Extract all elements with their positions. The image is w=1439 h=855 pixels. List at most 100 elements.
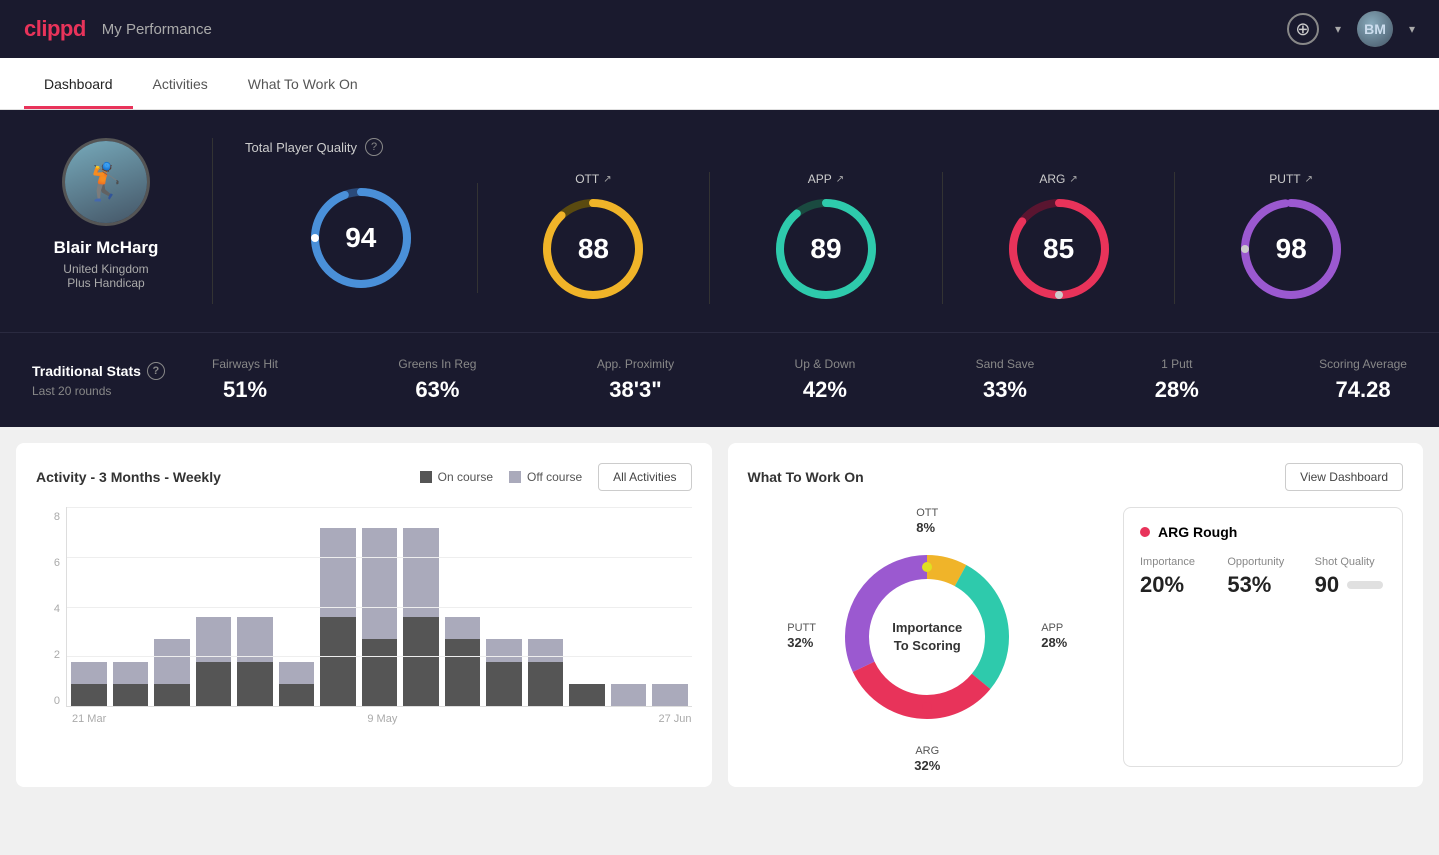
nav-tabs: Dashboard Activities What To Work On (0, 58, 1439, 110)
ring-tpq: 94 (245, 183, 478, 293)
bar-off-4 (237, 617, 273, 661)
plus-icon: ⊕ (1295, 19, 1310, 40)
ott-arrow: ↗ (603, 174, 611, 185)
detail-title: ARG Rough (1140, 524, 1386, 540)
bar-off-10 (486, 639, 522, 661)
bar-off-11 (528, 639, 564, 661)
add-button[interactable]: ⊕ (1287, 13, 1319, 45)
bar-off-8 (403, 528, 439, 617)
x-label-mar: 21 Mar (72, 713, 106, 725)
logo[interactable]: clippd (24, 16, 86, 42)
player-country: United Kingdom (63, 262, 148, 276)
stat-scoring: Scoring Average 74.28 (1319, 357, 1407, 403)
bar-off-1 (113, 662, 149, 684)
avatar: BM (1357, 11, 1393, 47)
bar-on-2 (154, 684, 190, 706)
work-title: What To Work On (748, 469, 864, 485)
scores-rings: 94 OTT ↗ 88 APP (245, 172, 1407, 304)
detail-dot (1140, 527, 1150, 537)
stat-proximity: App. Proximity 38'3" (597, 357, 674, 403)
ring-putt: PUTT ↗ 98 (1175, 172, 1407, 304)
work-header: What To Work On View Dashboard (748, 463, 1404, 491)
stat-sandsave: Sand Save 33% (976, 357, 1035, 403)
stats-info-icon[interactable]: ? (147, 362, 165, 380)
ring-tpq-container: 94 (306, 183, 416, 293)
legend-off-course: Off course (509, 470, 582, 484)
ring-putt-value: 98 (1276, 233, 1307, 265)
bar-off-3 (196, 617, 232, 661)
legend-on-course-dot (420, 471, 432, 483)
shot-quality-row: 90 (1315, 572, 1386, 598)
legend-on-course: On course (420, 470, 493, 484)
bar-group-9 (445, 617, 481, 706)
stat-fairways: Fairways Hit 51% (212, 357, 278, 403)
ring-putt-label: PUTT ↗ (1269, 172, 1313, 186)
y-axis: 0 2 4 6 8 (36, 507, 60, 707)
bar-on-4 (237, 662, 273, 706)
bar-on-11 (528, 662, 564, 706)
tab-activities[interactable]: Activities (133, 58, 228, 109)
donut-wrapper: Importance To Scoring OTT 8% APP 28% ARG (797, 507, 1057, 767)
x-label-jun: 27 Jun (658, 713, 691, 725)
stat-updown: Up & Down 42% (795, 357, 856, 403)
y-label-6: 6 (36, 557, 60, 569)
x-label-may: 9 May (367, 713, 397, 725)
ring-app-label: APP ↗ (808, 172, 844, 186)
ring-arg: ARG ↗ 85 (943, 172, 1176, 304)
avatar-chevron: ▾ (1409, 22, 1415, 36)
player-name: Blair McHarg (54, 238, 159, 258)
bottom-section: Activity - 3 Months - Weekly On course O… (0, 427, 1439, 803)
ring-arg-container: 85 (1004, 194, 1114, 304)
chart-title: Activity - 3 Months - Weekly (36, 469, 221, 485)
app-header: clippd My Performance ⊕ ▾ BM ▾ (0, 0, 1439, 58)
page-title: My Performance (102, 21, 212, 38)
ring-app-container: 89 (771, 194, 881, 304)
stats-label: Traditional Stats ? Last 20 rounds (32, 362, 212, 398)
bar-group-1 (113, 662, 149, 706)
bar-on-6 (320, 617, 356, 706)
putt-arrow: ↗ (1305, 174, 1313, 185)
detail-shot-quality: Shot Quality 90 (1315, 556, 1386, 598)
bar-on-7 (362, 639, 398, 706)
app-label: APP 28% (1041, 622, 1067, 652)
ring-ott: OTT ↗ 88 (478, 172, 711, 304)
y-label-0: 0 (36, 695, 60, 707)
ring-putt-container: 98 (1236, 194, 1346, 304)
add-chevron: ▾ (1335, 22, 1341, 36)
chart-body: 0 2 4 6 8 (36, 507, 692, 707)
all-activities-button[interactable]: All Activities (598, 463, 691, 491)
player-handicap: Plus Handicap (67, 276, 144, 290)
view-dashboard-button[interactable]: View Dashboard (1285, 463, 1403, 491)
arg-arrow: ↗ (1069, 174, 1077, 185)
donut-section: Importance To Scoring OTT 8% APP 28% ARG (748, 507, 1108, 767)
y-label-4: 4 (36, 603, 60, 615)
app-arrow: ↗ (836, 174, 844, 185)
y-label-8: 8 (36, 511, 60, 523)
bars-container (66, 507, 692, 707)
activity-chart-card: Activity - 3 Months - Weekly On course O… (16, 443, 712, 787)
ring-ott-value: 88 (578, 233, 609, 265)
stats-items: Fairways Hit 51% Greens In Reg 63% App. … (212, 357, 1407, 403)
scores-label: Total Player Quality (245, 140, 357, 155)
info-icon[interactable]: ? (365, 138, 383, 156)
avatar-button[interactable]: BM (1357, 11, 1393, 47)
detail-panel: ARG Rough Importance 20% Opportunity 53%… (1123, 507, 1403, 767)
stat-1putt: 1 Putt 28% (1155, 357, 1199, 403)
scores-header: Total Player Quality ? (245, 138, 1407, 156)
bar-group-8 (403, 528, 439, 706)
chart-controls: On course Off course All Activities (420, 463, 692, 491)
chart-legend: On course Off course (420, 470, 583, 484)
detail-importance: Importance 20% (1140, 556, 1211, 598)
bar-on-5 (279, 684, 315, 706)
tab-what-to-work-on[interactable]: What To Work On (228, 58, 378, 109)
tab-dashboard[interactable]: Dashboard (24, 58, 133, 109)
stat-greens: Greens In Reg 63% (398, 357, 476, 403)
hero-section: 🏌 Blair McHarg United Kingdom Plus Handi… (0, 110, 1439, 332)
y-label-2: 2 (36, 649, 60, 661)
shot-quality-bar (1347, 581, 1383, 589)
putt-label: PUTT 32% (787, 622, 816, 652)
ring-ott-label: OTT ↗ (575, 172, 611, 186)
bar-on-10 (486, 662, 522, 706)
bar-group-5 (279, 662, 315, 706)
arg-label: ARG 32% (914, 745, 940, 775)
